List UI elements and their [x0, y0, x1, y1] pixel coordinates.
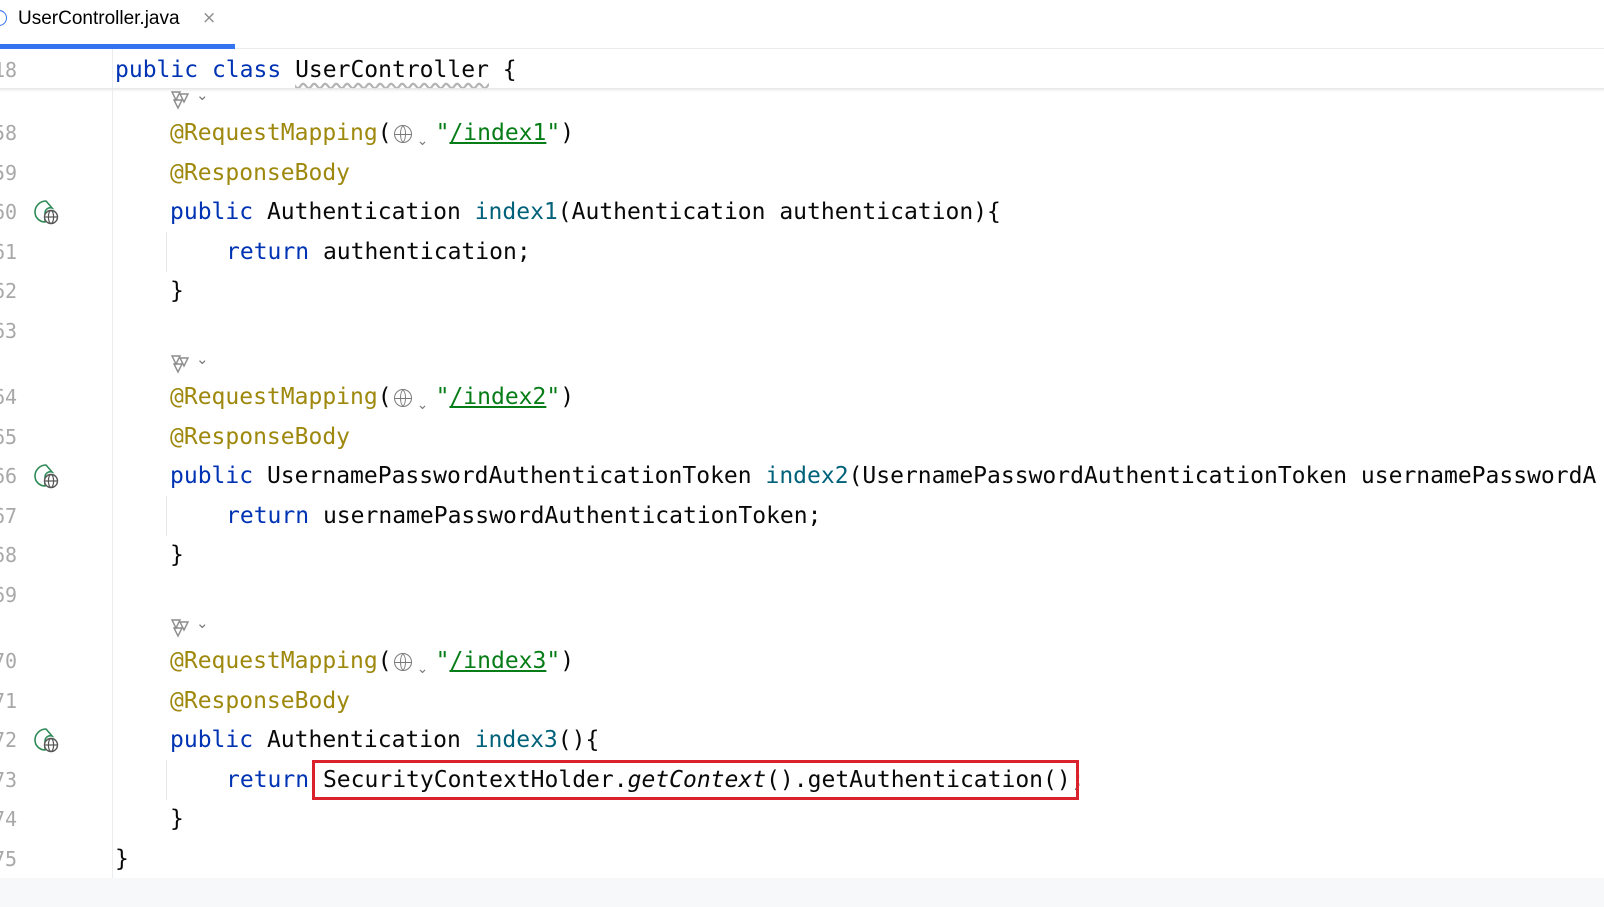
code-line-74[interactable]: 74 }: [0, 801, 1604, 837]
code-text: }: [170, 278, 184, 304]
line-number: 63: [0, 319, 18, 343]
code-text: @RequestMapping(⌄ "/index2"): [170, 384, 575, 413]
line-number: 74: [0, 807, 18, 831]
code-line-61[interactable]: 61 return authentication;: [0, 234, 1604, 270]
code-line-67[interactable]: 67 return usernamePasswordAuthentication…: [0, 498, 1604, 534]
active-tab-indicator: [0, 44, 235, 49]
chevron-down-icon: ⌄: [196, 86, 209, 104]
line-number: 64: [0, 385, 18, 409]
code-text: }: [170, 806, 184, 832]
line-number: 59: [0, 161, 18, 185]
indent-guide: [166, 760, 167, 800]
line-number: 61: [0, 240, 18, 264]
code-text: }: [170, 542, 184, 568]
code-text: @ResponseBody: [170, 424, 351, 450]
line-number: 18: [0, 58, 18, 82]
line-number: 66: [0, 464, 18, 488]
line-number: 71: [0, 689, 18, 713]
tab-label: UserController.java: [18, 8, 180, 29]
ai-hint-icon: [170, 91, 190, 110]
line-number: 58: [0, 121, 18, 145]
code-line-71[interactable]: 71 @ResponseBody: [0, 683, 1604, 719]
sticky-scroll-shadow: [0, 88, 1604, 92]
code-vision-hint[interactable]: ⌄: [168, 614, 228, 638]
sticky-line-18[interactable]: 18 public class UserController {: [0, 52, 1604, 88]
code-text: return usernamePasswordAuthenticationTok…: [226, 503, 822, 529]
code-text: public UsernamePasswordAuthenticationTok…: [170, 463, 1597, 489]
code-line-69[interactable]: 69: [0, 577, 1604, 613]
code-line-68[interactable]: 68 }: [0, 537, 1604, 573]
java-class-icon: [0, 10, 7, 26]
highlight-box: [312, 760, 1079, 800]
code-line-63[interactable]: 63: [0, 313, 1604, 349]
chevron-down-icon: ⌄: [196, 614, 209, 632]
url-link: /index1: [449, 120, 547, 146]
code-vision-hint[interactable]: ⌄: [168, 350, 228, 374]
line-number: 72: [0, 728, 18, 752]
class-name: UserController: [295, 57, 489, 83]
code-text: public Authentication index3(){: [170, 727, 600, 753]
line-number: 70: [0, 649, 18, 673]
code-text: @ResponseBody: [170, 160, 351, 186]
code-line-59[interactable]: 59 @ResponseBody: [0, 155, 1604, 191]
indent-guide: [166, 496, 167, 536]
line-number: 73: [0, 768, 18, 792]
url-link: /index3: [449, 648, 547, 674]
code-line-66[interactable]: 66 public UsernamePasswordAuthentication…: [0, 458, 1604, 494]
code-line-65[interactable]: 65 @ResponseBody: [0, 419, 1604, 455]
code-line-75[interactable]: 75 }: [0, 841, 1604, 877]
code-line-58[interactable]: 58 @RequestMapping(⌄"/index1"): [0, 115, 1604, 151]
chevron-down-icon: ⌄: [196, 350, 209, 368]
line-number: 62: [0, 279, 18, 303]
editor-tab-bar: UserController.java ×: [0, 0, 1604, 49]
globe-icon[interactable]: ⌄: [392, 121, 436, 149]
line-number: 75: [0, 847, 18, 871]
editor-bottom-area: [0, 878, 1604, 907]
line-number: 65: [0, 425, 18, 449]
code-vision-hint[interactable]: ⌄: [168, 86, 228, 110]
ai-hint-icon: [170, 619, 190, 638]
code-line-62[interactable]: 62 }: [0, 273, 1604, 309]
code-line-64[interactable]: 64 @RequestMapping(⌄"/index2"): [0, 379, 1604, 415]
code-line-72[interactable]: 72 public Authentication index3(){: [0, 722, 1604, 758]
code-line-70[interactable]: 70 @RequestMapping(⌄"/index3"): [0, 643, 1604, 679]
indent-guide: [166, 232, 167, 272]
line-number: 68: [0, 543, 18, 567]
line-number: 60: [0, 200, 18, 224]
code-text: return authentication;: [226, 239, 531, 265]
web-endpoint-icon[interactable]: [33, 199, 59, 225]
url-link: /index2: [449, 384, 547, 410]
tab-usercontroller-java[interactable]: UserController.java ×: [0, 0, 235, 49]
code-text: public class UserController {: [115, 57, 517, 83]
code-text: }: [115, 846, 129, 872]
web-endpoint-icon[interactable]: [33, 727, 59, 753]
close-icon[interactable]: ×: [202, 7, 216, 29]
web-endpoint-icon[interactable]: [33, 463, 59, 489]
code-text: public Authentication index1(Authenticat…: [170, 199, 1001, 225]
line-number: 69: [0, 583, 18, 607]
code-text: @ResponseBody: [170, 688, 351, 714]
code-text: @RequestMapping(⌄ "/index1"): [170, 120, 575, 149]
globe-icon[interactable]: ⌄: [392, 649, 436, 677]
ai-hint-icon: [170, 355, 190, 374]
code-text: @RequestMapping(⌄ "/index3"): [170, 648, 575, 677]
code-line-60[interactable]: 60 public Authentication index1(Authenti…: [0, 194, 1604, 230]
line-number: 67: [0, 504, 18, 528]
globe-icon[interactable]: ⌄: [392, 385, 436, 413]
